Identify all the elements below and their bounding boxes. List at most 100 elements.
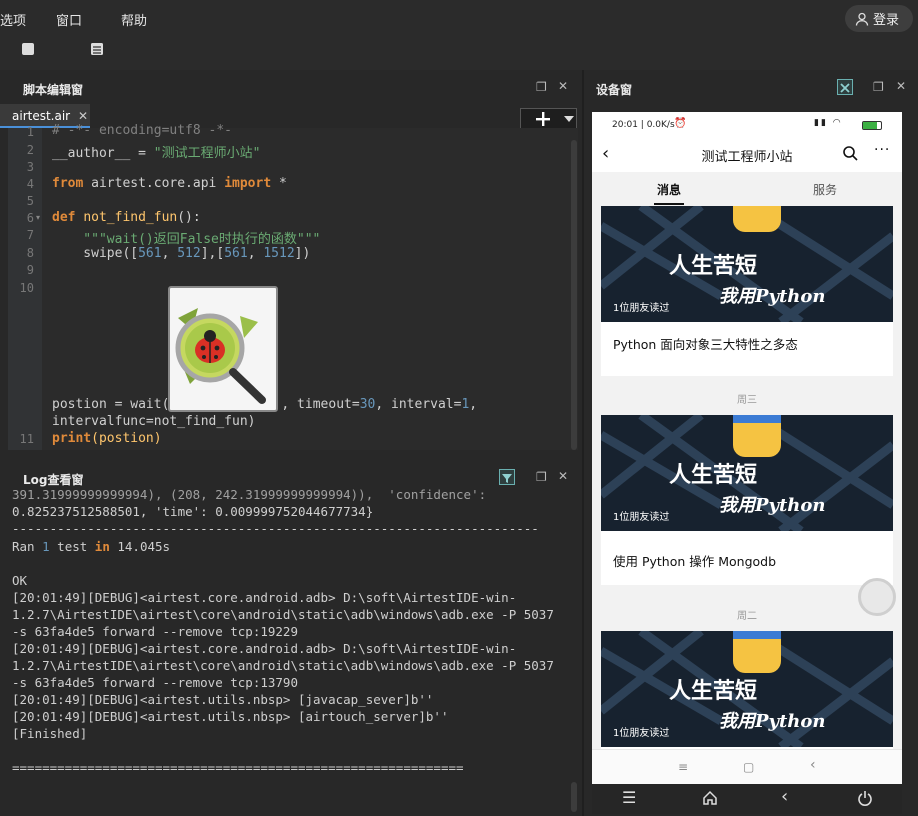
line-number: 5	[26, 194, 34, 208]
device-back-icon[interactable]: ‹	[781, 786, 788, 807]
log-line: [20:01:49][DEBUG]<airtest.utils.nbsp> [j…	[12, 692, 434, 707]
login-button[interactable]: 登录	[845, 5, 913, 32]
tools-icon[interactable]	[837, 79, 853, 95]
signal-icon: ▮▮ ◠	[814, 118, 843, 128]
log-line: Ran 1 test in 14.045s	[12, 539, 171, 554]
tab-label: airtest.air	[12, 109, 71, 123]
article-feed[interactable]: 人生苦短 我用Python 1位朋友读过 Python 面向对象三大特性之多态 …	[592, 206, 902, 749]
editor-panel-title: 脚本编辑窗	[23, 83, 84, 97]
log-close-icon[interactable]: ✕	[558, 469, 568, 483]
line-number: 8	[26, 246, 34, 260]
banner-text-2: 我用Python	[719, 495, 826, 516]
chevron-down-icon[interactable]	[564, 116, 574, 122]
log-separator: ========================================…	[12, 760, 464, 775]
article-banner: 人生苦短 我用Python 1位朋友读过	[601, 631, 893, 747]
editor-scrollbar[interactable]	[571, 140, 577, 450]
back-nav-icon[interactable]: ‹	[810, 757, 816, 773]
android-nav-bar: ≡ ▢ ‹	[592, 749, 902, 784]
log-scrollbar[interactable]	[571, 782, 577, 812]
article-card[interactable]: 人生苦短 我用Python 1位朋友读过 使用 Python 操作 Mongod…	[601, 415, 893, 585]
article-banner: 人生苦短 我用Python 1位朋友读过	[601, 415, 893, 531]
code-line-7: """wait()返回False时执行的函数"""	[52, 232, 321, 247]
read-count: 1位朋友读过	[613, 728, 670, 739]
log-panel-title: Log查看窗	[23, 473, 84, 487]
splitter[interactable]	[582, 70, 584, 816]
log-line: -s 63fa4de5 forward --remove tcp:13790	[12, 675, 298, 690]
menu-window[interactable]: 窗口	[56, 10, 82, 29]
line-number: 11	[19, 432, 34, 446]
status-bar: 20:01 | 0.0K/s ⏰ ▮▮ ◠	[592, 112, 902, 138]
tab-close-icon[interactable]: ✕	[78, 109, 88, 123]
code-line-1: # -*- encoding=utf8 -*-	[52, 123, 233, 138]
code-line-8: swipe([561, 512],[561, 1512])	[52, 246, 311, 261]
power-icon[interactable]	[857, 790, 873, 806]
device-control-bar: ☰ ‹	[592, 784, 902, 814]
article-banner: 人生苦短 我用Python 1位朋友读过	[601, 206, 893, 322]
log-separator: ----------------------------------------…	[12, 521, 539, 536]
day-label: 周二	[737, 611, 757, 622]
log-line: -s 63fa4de5 forward --remove tcp:19229	[12, 624, 298, 639]
ladybug-magnifier-icon	[175, 308, 266, 404]
new-script-button[interactable]	[520, 108, 577, 130]
device-home-icon[interactable]	[702, 790, 718, 806]
line-number: 4	[26, 177, 34, 191]
status-time: 20:01 | 0.0K/s	[612, 120, 675, 130]
tab-messages[interactable]: 消息	[657, 181, 681, 198]
log-line: [20:01:49][DEBUG]<airtest.utils.nbsp> [a…	[12, 709, 449, 724]
line-number: 10	[19, 281, 34, 295]
alarm-icon: ⏰	[674, 118, 687, 129]
report-icon[interactable]	[90, 42, 104, 56]
battery-icon	[862, 121, 882, 130]
log-line: 1.2.7\AirtestIDE\airtest\core\android\st…	[12, 658, 554, 673]
read-count: 1位朋友读过	[613, 303, 670, 314]
log-float-icon[interactable]: ❐	[536, 470, 547, 484]
menu-options[interactable]: 选项	[0, 10, 26, 29]
toolbar	[0, 36, 918, 70]
article-card[interactable]: 人生苦短 我用Python 1位朋友读过	[601, 631, 893, 749]
user-icon	[855, 12, 869, 26]
article-title: 使用 Python 操作 Mongodb	[613, 554, 777, 569]
fold-icon[interactable]: ▾	[36, 213, 40, 222]
stop-icon[interactable]	[22, 43, 34, 55]
plus-icon	[536, 112, 550, 126]
log-line: [20:01:49][DEBUG]<airtest.core.android.a…	[12, 641, 517, 656]
tab-services[interactable]: 服务	[813, 181, 837, 198]
device-float-icon[interactable]: ❐	[873, 80, 884, 94]
article-card[interactable]: 人生苦短 我用Python 1位朋友读过 Python 面向对象三大特性之多态	[601, 206, 893, 376]
read-count: 1位朋友读过	[613, 512, 670, 523]
home-icon[interactable]: ▢	[743, 760, 754, 774]
line-number: 9	[26, 263, 34, 277]
float-icon[interactable]: ❐	[536, 80, 547, 94]
floating-ball-icon[interactable]	[858, 578, 896, 616]
device-menu-icon[interactable]: ☰	[622, 788, 636, 807]
filter-icon[interactable]	[499, 469, 515, 485]
menu-help[interactable]: 帮助	[121, 10, 147, 29]
log-line: 0.825237512588501, 'time': 0.00999975204…	[12, 504, 374, 519]
log-line: 391.31999999999994), (208, 242.319999999…	[12, 487, 487, 502]
menu-icon[interactable]: ≡	[678, 760, 688, 774]
template-image[interactable]	[168, 286, 278, 412]
code-line-6: def not_find_fun():	[52, 210, 201, 225]
code-line-4: from airtest.core.api import *	[52, 176, 287, 191]
search-icon[interactable]	[842, 145, 858, 161]
banner-text-1: 人生苦短	[669, 253, 758, 279]
log-line: 1.2.7\AirtestIDE\airtest\core\android\st…	[12, 607, 554, 622]
line-number: 6	[26, 211, 34, 225]
line-number: 7	[26, 228, 34, 242]
code-line-2: __author__ = "测试工程师小站"	[52, 146, 261, 161]
log-line: [Finished]	[12, 726, 88, 741]
line-number: 2	[26, 143, 34, 157]
more-icon[interactable]: ···	[874, 142, 890, 158]
day-label: 周三	[737, 395, 757, 406]
line-number: 1	[26, 125, 34, 139]
close-icon[interactable]: ✕	[558, 79, 568, 93]
login-label: 登录	[873, 13, 900, 28]
device-close-icon[interactable]: ✕	[896, 79, 906, 93]
banner-text-2: 我用Python	[719, 711, 826, 732]
tab-indicator	[654, 203, 684, 205]
line-number: 3	[26, 160, 34, 174]
banner-text-1: 人生苦短	[669, 462, 758, 488]
log-line: OK	[12, 573, 28, 588]
log-line: [20:01:49][DEBUG]<airtest.core.android.a…	[12, 590, 517, 605]
wechat-header: ‹ 测试工程师小站 ···	[592, 138, 902, 170]
